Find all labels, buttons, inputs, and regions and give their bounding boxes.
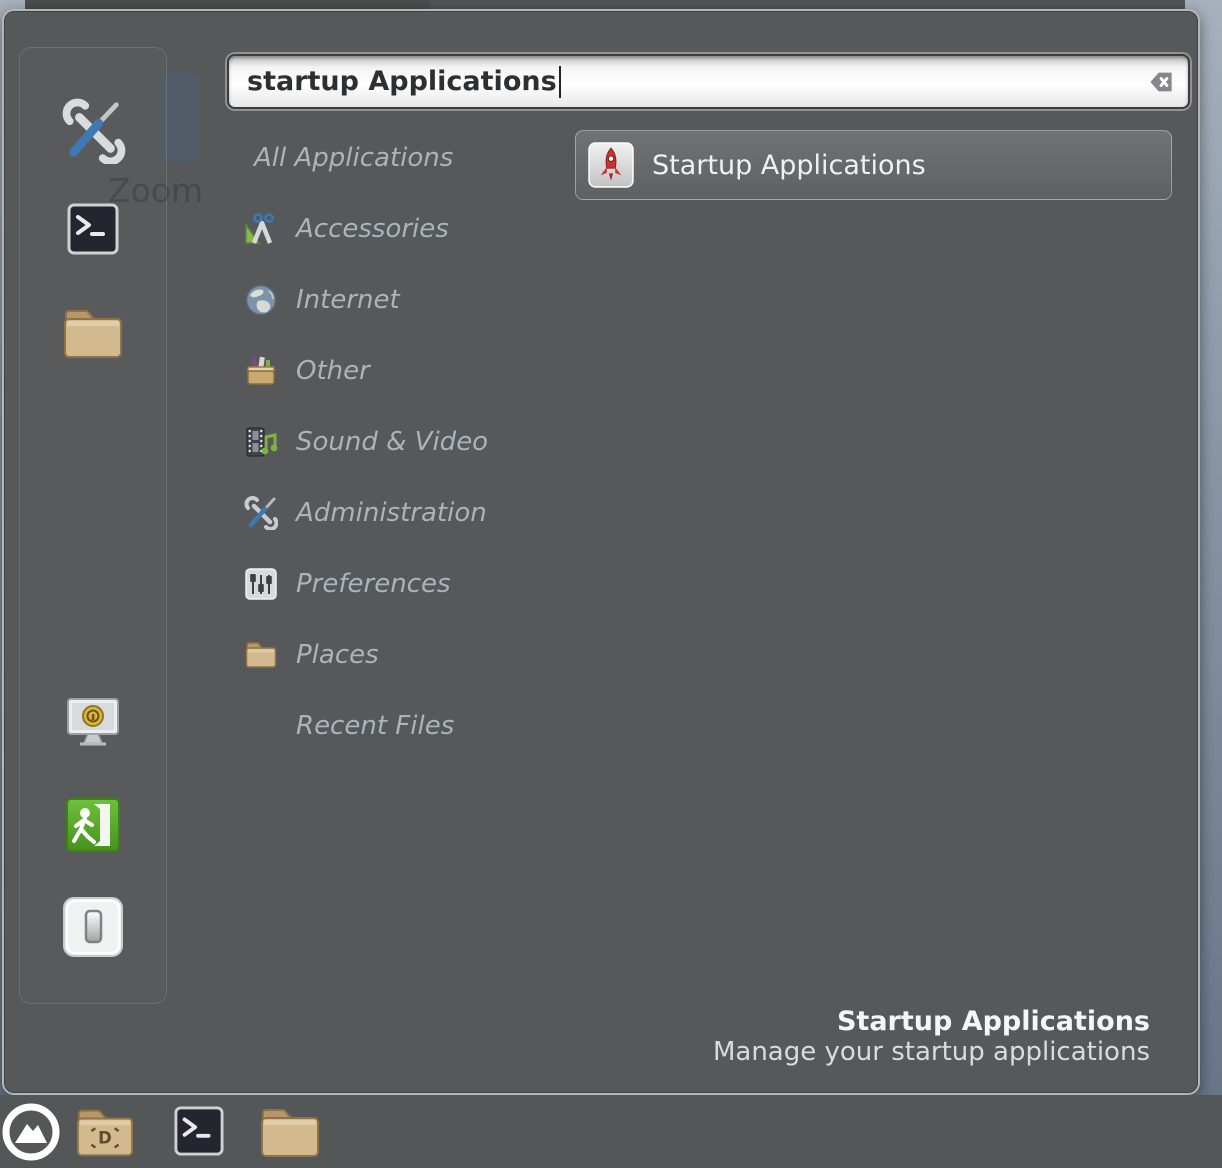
svg-text:D: D [98, 1129, 112, 1148]
selection-info: Startup Applications Manage your startup… [713, 1006, 1150, 1068]
shutdown-icon [62, 943, 124, 962]
terminal-icon [67, 240, 119, 259]
category-label: Administration [296, 498, 487, 528]
preferences-sliders-icon [244, 567, 278, 601]
lock-screen-icon [64, 739, 122, 758]
folder-icon [61, 347, 125, 366]
favorites-sidebar [19, 47, 167, 1004]
terminal-icon [174, 1141, 224, 1160]
category-label: All Applications [254, 143, 453, 173]
logout-icon [64, 839, 122, 858]
selection-title: Startup Applications [713, 1006, 1150, 1037]
category-label: Other [296, 356, 370, 386]
ghost-desktop-icon [162, 72, 200, 163]
internet-globe-icon [244, 283, 278, 317]
category-other[interactable]: Other [234, 335, 564, 406]
result-startup-applications[interactable]: Startup Applications [575, 130, 1172, 200]
category-label: Places [296, 640, 379, 670]
category-recent-files[interactable]: Recent Files [234, 690, 564, 761]
toolbox-icon [244, 354, 278, 388]
taskbar: D [0, 1095, 1222, 1168]
category-list: All Applications Accessories [234, 122, 564, 761]
text-caret [559, 66, 561, 98]
category-sound-video[interactable]: Sound & Video [234, 406, 564, 477]
mint-logo-icon [1, 1147, 61, 1166]
accessories-icon [244, 212, 278, 246]
taskbar-terminal[interactable] [174, 1106, 224, 1156]
selection-description: Manage your startup applications [713, 1037, 1150, 1068]
places-folder-icon [244, 638, 278, 672]
startup-applications-icon [588, 142, 634, 188]
folder-icon [258, 1147, 322, 1166]
favorite-system-tools[interactable] [60, 98, 126, 164]
category-all-applications[interactable]: All Applications [234, 122, 564, 193]
category-label: Recent Files [296, 711, 454, 741]
category-label: Accessories [296, 214, 449, 244]
desktop-folder-icon: D [74, 1146, 136, 1165]
favorite-lock-screen[interactable] [64, 696, 122, 754]
category-administration[interactable]: Administration [234, 477, 564, 548]
sound-video-icon [244, 425, 278, 459]
favorite-files[interactable] [61, 306, 125, 362]
favorite-logout[interactable] [64, 796, 122, 854]
search-input[interactable]: startup Applications [227, 54, 1190, 109]
result-label: Startup Applications [652, 150, 926, 181]
category-accessories[interactable]: Accessories [234, 193, 564, 264]
category-label: Preferences [296, 569, 451, 599]
favorite-terminal[interactable] [67, 203, 119, 255]
category-label: Internet [296, 285, 400, 315]
category-internet[interactable]: Internet [234, 264, 564, 335]
taskbar-menu-button[interactable] [1, 1102, 61, 1162]
category-preferences[interactable]: Preferences [234, 548, 564, 619]
clear-search-icon[interactable] [1141, 70, 1174, 94]
system-tools-icon [60, 149, 126, 168]
taskbar-desktop-folder[interactable]: D [74, 1105, 136, 1161]
search-input-value: startup Applications [247, 66, 557, 97]
category-label: Sound & Video [296, 427, 488, 457]
taskbar-files[interactable] [258, 1104, 322, 1162]
favorite-shutdown[interactable] [62, 896, 124, 958]
administration-tools-icon [244, 496, 278, 530]
main-menu-popup: Zoom [2, 9, 1200, 1095]
category-places[interactable]: Places [234, 619, 564, 690]
